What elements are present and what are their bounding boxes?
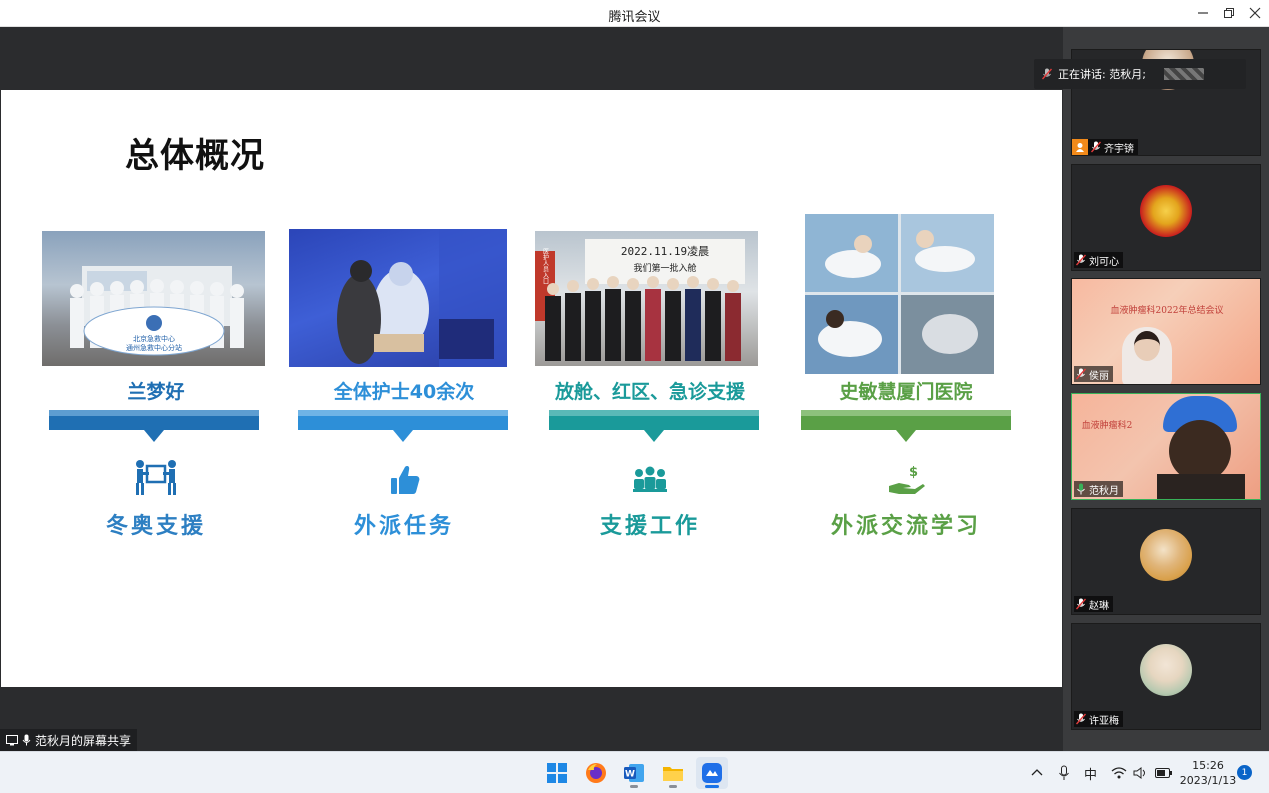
- muted-mic-icon: [1076, 598, 1086, 610]
- participant-video: [1157, 394, 1245, 499]
- word-icon[interactable]: W: [618, 757, 650, 789]
- svg-text:W: W: [625, 770, 635, 780]
- speaking-indicator: 正在讲话: 范秋月;: [1034, 59, 1246, 89]
- video-background-text: 血液肿瘤科2022年总结会议: [1110, 306, 1224, 316]
- entrance-sign-text: 医护人员入口: [542, 248, 549, 285]
- close-icon: [1249, 7, 1261, 19]
- muted-mic-icon: [1091, 141, 1101, 153]
- slide-column-4: 史敏慧厦门医院 $ 外派交流学习: [791, 90, 1021, 687]
- column-divider: [298, 410, 508, 442]
- battery-icon[interactable]: [1155, 767, 1173, 779]
- column-caption: 史敏慧厦门医院: [839, 381, 973, 403]
- participant-name-tag: 赵琳: [1074, 596, 1113, 612]
- participant-name: 刘可心: [1089, 256, 1119, 268]
- participant-name: 齐宇锛: [1104, 143, 1134, 155]
- participant-name-tag: 刘可心: [1074, 252, 1123, 268]
- mic-on-icon: [1077, 483, 1085, 495]
- column-caption: 放舱、红区、急诊支援: [554, 381, 745, 403]
- restore-button[interactable]: [1216, 2, 1242, 24]
- minimize-icon: [1198, 12, 1208, 14]
- participant-panel: 齐宇锛 刘可心 血液肿瘤科2022年总结会议 侯丽 血液肿瘤科2 范秋月 赵琳 …: [1063, 27, 1269, 751]
- column-subtitle: 冬奥支援: [105, 514, 206, 539]
- clock-date: 2023/1/13: [1179, 774, 1237, 787]
- screen-share-icon: [6, 734, 18, 745]
- shared-screen-area: 总体概况 北京急救中心 通州急救中心分站 兰梦好 冬奥支援 全体护士40余次 外…: [0, 27, 1063, 751]
- volume-icon[interactable]: [1133, 766, 1149, 780]
- muted-mic-icon: [1076, 713, 1086, 725]
- speaking-label: 正在讲话: 范秋月;: [1058, 68, 1146, 81]
- slide-column-3: 2022.11.19凌晨 我们第一批入舱 医护人员入口 放舱、红区、急诊支援 支…: [535, 90, 765, 687]
- notification-badge[interactable]: 1: [1237, 765, 1252, 780]
- participant-name-tag: 齐宇锛: [1072, 139, 1138, 155]
- fangcang-support-photo: 2022.11.19凌晨 我们第一批入舱 医护人员入口: [535, 231, 758, 366]
- thumbs-up-icon: [379, 462, 429, 502]
- windows-taskbar: W 中 15:26 2023/1/13 1: [0, 751, 1269, 793]
- people-carry-box-icon: [131, 458, 181, 498]
- muted-mic-icon: [1076, 254, 1086, 266]
- participant-name: 侯丽: [1089, 370, 1109, 382]
- tencent-meeting-icon[interactable]: [696, 757, 728, 789]
- participant-name-tag: 侯丽: [1074, 366, 1113, 382]
- window-title: 腾讯会议: [608, 10, 661, 25]
- minimize-button[interactable]: [1190, 2, 1216, 24]
- wifi-icon[interactable]: [1111, 766, 1127, 780]
- avatar: [1140, 529, 1192, 581]
- column-caption: 全体护士40余次: [333, 381, 475, 403]
- host-badge-icon: [1072, 139, 1088, 155]
- slide-column-2: 全体护士40余次 外派任务: [289, 90, 519, 687]
- participant-tile[interactable]: 血液肿瘤科2022年总结会议 侯丽: [1071, 278, 1261, 385]
- column-subtitle: 外派交流学习: [830, 514, 981, 539]
- chevron-up-icon[interactable]: [1030, 766, 1044, 780]
- column-caption: 兰梦好: [127, 381, 185, 403]
- column-subtitle: 外派任务: [353, 514, 454, 539]
- board-text-line-2: 我们第一批入舱: [633, 262, 696, 274]
- restore-icon: [1224, 8, 1234, 18]
- redacted-name-mask: [1163, 68, 1204, 80]
- column-divider: [801, 410, 1011, 442]
- hand-money-icon: $: [881, 462, 931, 502]
- banner-text-line-1: 北京急救中心: [133, 334, 175, 343]
- participant-tile[interactable]: 刘可心: [1071, 164, 1261, 271]
- windows-start-icon[interactable]: [541, 757, 573, 789]
- svg-text:$: $: [909, 465, 918, 480]
- participant-tile[interactable]: 赵琳: [1071, 508, 1261, 615]
- slide-column-1: 北京急救中心 通州急救中心分站 兰梦好 冬奥支援: [41, 90, 271, 687]
- muted-mic-icon: [1076, 368, 1086, 380]
- board-text-line-1: 2022.11.19凌晨: [621, 244, 709, 258]
- column-subtitle: 支援工作: [599, 514, 700, 539]
- participant-name-tag: 许亚梅: [1074, 711, 1123, 727]
- taskbar-clock[interactable]: 15:26 2023/1/13: [1178, 758, 1238, 788]
- participant-name: 许亚梅: [1089, 715, 1119, 727]
- participant-name: 赵琳: [1089, 600, 1109, 612]
- participant-tile[interactable]: 许亚梅: [1071, 623, 1261, 730]
- presentation-slide: 总体概况 北京急救中心 通州急救中心分站 兰梦好 冬奥支援 全体护士40余次 外…: [1, 90, 1062, 687]
- system-tray: 中: [1030, 752, 1173, 793]
- participant-name: 范秋月: [1089, 485, 1119, 497]
- banner-text-line-2: 通州急救中心分站: [126, 343, 182, 352]
- participant-video: [1122, 327, 1172, 384]
- nurse-dispatch-photo: [289, 229, 507, 367]
- avatar: [1140, 185, 1192, 237]
- screen-share-label: 范秋月的屏幕共享: [0, 729, 138, 751]
- close-button[interactable]: [1242, 2, 1268, 24]
- file-explorer-icon[interactable]: [657, 757, 689, 789]
- title-bar: 腾讯会议: [0, 0, 1269, 27]
- microphone-icon[interactable]: [1058, 765, 1070, 781]
- team-group-icon: [625, 462, 675, 502]
- share-owner-label: 范秋月的屏幕共享: [35, 733, 132, 748]
- participant-tile[interactable]: 血液肿瘤科2 范秋月: [1071, 393, 1261, 500]
- mic-icon: [22, 734, 31, 746]
- column-divider: [549, 410, 759, 442]
- avatar: [1140, 644, 1192, 696]
- column-divider: [49, 410, 259, 442]
- ime-indicator[interactable]: 中: [1084, 764, 1097, 783]
- muted-mic-icon: [1042, 68, 1052, 80]
- clock-time: 15:26: [1192, 759, 1224, 772]
- xiamen-hospital-photo-grid: [805, 214, 994, 374]
- firefox-icon[interactable]: [580, 757, 612, 789]
- participant-name-tag: 范秋月: [1074, 481, 1123, 497]
- winter-olympics-photo: 北京急救中心 通州急救中心分站: [42, 231, 265, 366]
